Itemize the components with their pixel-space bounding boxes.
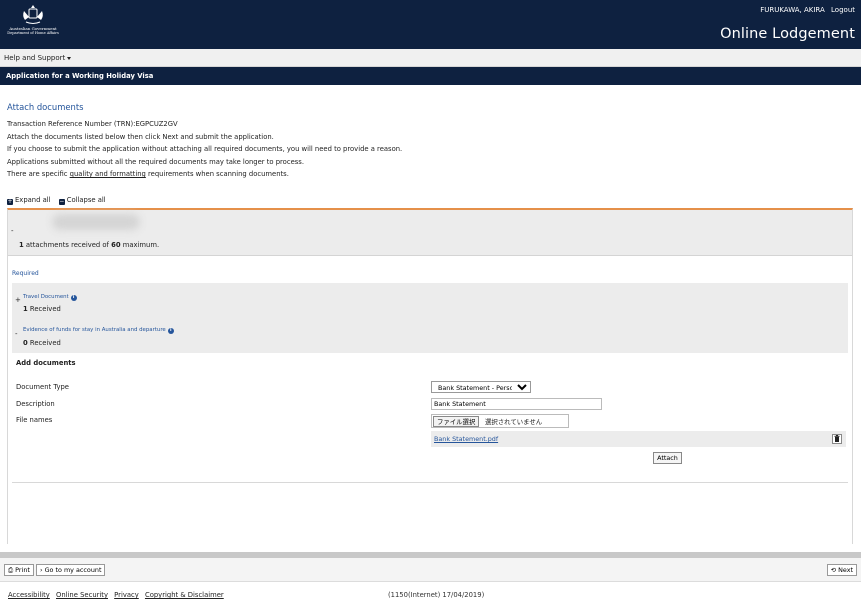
refresh-icon: ⟲ [830,566,837,574]
collapse-all-label: Collapse all [66,196,106,204]
application-title: Application for a Working Holiday Visa [6,72,154,80]
section-title: Attach documents [7,102,84,112]
redacted-applicant-name [52,214,140,230]
online-security-link[interactable]: Online Security [56,591,108,599]
top-header: Australian Government Department of Home… [0,0,861,49]
help-bar: Help and Support [0,49,861,67]
attachment-count-mid: attachments received of [23,241,112,249]
instruction-line-4-pre: There are specific [7,170,70,179]
file-names-label: File names [16,416,53,424]
user-bar: FURUKAWA, AKIRA Logout [760,6,855,14]
requirement-received: 1 Received [23,305,61,313]
requirement-name: Travel Document [23,294,69,300]
instruction-line-2: If you choose to submit the application … [7,145,403,154]
requirement-name: Evidence of funds for stay in Australia … [23,327,166,333]
no-file-selected-text: 選択されていません [485,418,543,426]
chevron-right-icon: › [40,566,43,574]
file-chooser: ファイル選択 選択されていません [431,414,569,428]
add-documents-title: Add documents [16,359,76,367]
trash-icon [834,435,840,442]
requirement-name-link[interactable]: Evidence of funds for stay in Australia … [23,327,174,334]
application-banner: Application for a Working Holiday Visa [0,67,861,85]
caret-down-icon [67,56,72,60]
received-count: 1 [23,305,28,313]
build-info: (1150(Internet) 17/04/2019) [388,591,485,599]
go-to-my-account-button[interactable]: › Go to my account [36,564,106,576]
requirement-name-link[interactable]: Travel Document i [23,294,77,301]
minus-icon: − [58,198,65,205]
page-title: Online Lodgement [720,26,855,42]
help-and-support-menu[interactable]: Help and Support [4,54,72,62]
expand-collapse-controls: + Expand all − Collapse all [7,196,112,205]
attachments-panel: - 1 attachments received of 60 maximum. … [7,208,853,544]
collapse-toggle[interactable]: - [11,227,14,235]
choose-file-button[interactable]: ファイル選択 [433,416,480,427]
description-label: Description [16,400,55,408]
privacy-link[interactable]: Privacy [114,591,139,599]
print-button[interactable]: ⎙ Print [4,564,34,576]
requirement-received: 0 Received [23,339,61,347]
user-name: FURUKAWA, AKIRA [760,6,825,14]
requirement-toggle[interactable]: + [15,296,21,304]
info-icon[interactable]: i [167,328,174,334]
requirement-toggle[interactable]: - [15,330,18,338]
print-label: Print [15,566,30,574]
logout-link[interactable]: Logout [831,6,855,14]
attachment-count-end: maximum. [120,241,160,249]
info-icon[interactable]: i [70,295,77,301]
footer-actions: ⎙ Print › Go to my account ⟲ Next [0,558,861,582]
applicant-header: - 1 attachments received of 60 maximum. [8,210,852,256]
crest-department-text: Department of Home Affairs [7,31,59,35]
trn-text: Transaction Reference Number (TRN):EGPCU… [7,120,178,128]
print-icon: ⎙ [8,566,14,574]
instruction-line-4: There are specific quality and formattin… [7,168,847,181]
instruction-line-4-post: requirements when scanning documents. [145,170,289,179]
attach-button[interactable]: Attach [653,452,682,464]
accessibility-link[interactable]: Accessibility [8,591,50,599]
next-button[interactable]: ⟲ Next [826,564,857,576]
plus-icon: + [7,198,13,205]
attached-file-row: Bank Statement.pdf [431,431,846,447]
received-status: Received [29,305,61,313]
received-status: Received [29,339,61,347]
help-and-support-label: Help and Support [4,54,66,62]
document-type-select[interactable]: Bank Statement - Personal [431,381,531,393]
collapse-all-button[interactable]: − Collapse all [58,196,106,205]
copyright-disclaimer-link[interactable]: Copyright & Disclaimer [145,591,224,599]
australian-government-logo: Australian Government Department of Home… [5,4,61,40]
next-label: Next [838,566,853,574]
quality-formatting-link[interactable]: quality and formatting [70,170,146,178]
intro-section: Attach documents Transaction Reference N… [7,102,847,181]
attachment-max-value: 60 [111,241,121,249]
attachment-count: 1 attachments received of 60 maximum. [19,241,159,249]
document-type-label: Document Type [16,383,69,391]
expand-all-label: Expand all [15,196,51,204]
expand-all-button[interactable]: + Expand all [7,196,51,205]
received-count: 0 [23,339,28,347]
instruction-line-3: Applications submitted without all the r… [7,157,305,166]
description-input[interactable] [431,398,602,410]
delete-file-button[interactable] [832,434,842,444]
footer-links: Accessibility Online Security Privacy Co… [8,591,228,599]
go-to-my-account-label: Go to my account [44,566,102,574]
add-documents-form: Add documents Document Type Bank Stateme… [12,353,848,483]
attached-file-link[interactable]: Bank Statement.pdf [434,435,498,443]
required-documents-list: + Travel Document i 1 Received - Evidence… [12,283,848,353]
required-label: Required [12,270,39,277]
coat-of-arms-icon [23,5,43,24]
instruction-line-1: Attach the documents listed below then c… [7,132,274,141]
